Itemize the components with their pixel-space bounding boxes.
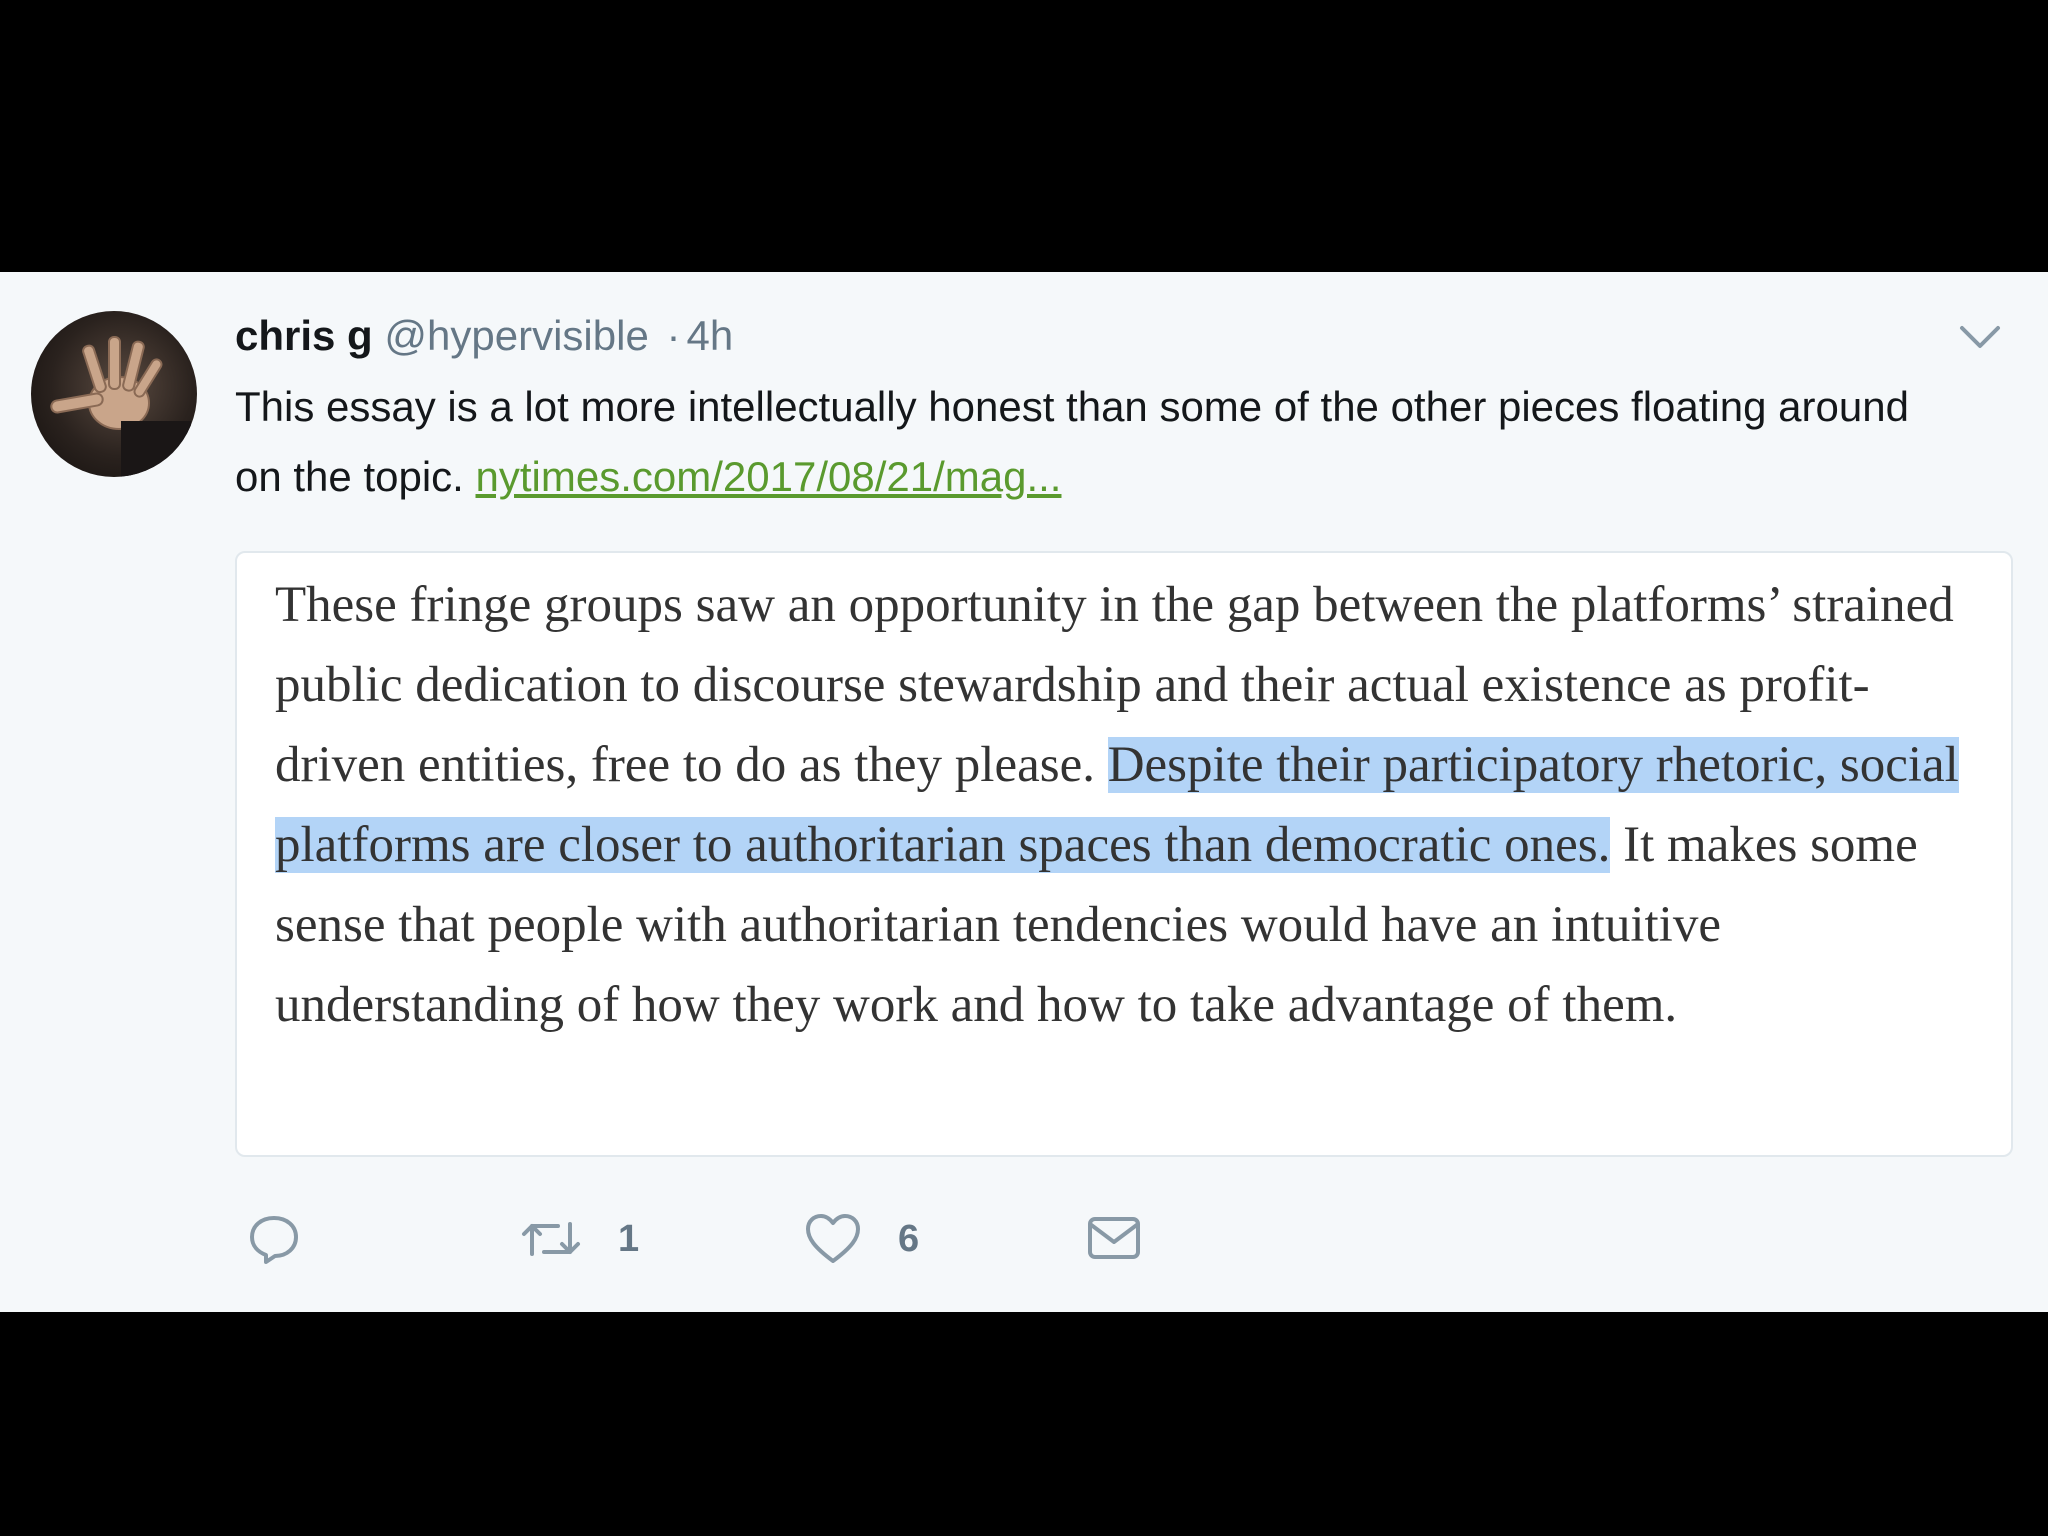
chevron-down-icon[interactable] xyxy=(1958,322,2002,352)
retweet-icon[interactable] xyxy=(520,1214,582,1264)
reply-icon[interactable] xyxy=(247,1212,301,1266)
like-count[interactable]: 6 xyxy=(898,1218,919,1261)
author-name[interactable]: chris g xyxy=(235,312,373,359)
header-separator: · xyxy=(666,312,681,359)
excerpt-text: These fringe groups saw an opportunity i… xyxy=(275,565,1995,1045)
heart-icon[interactable] xyxy=(804,1212,862,1266)
quoted-excerpt-image[interactable]: These fringe groups saw an opportunity i… xyxy=(235,551,2013,1157)
retweet-count[interactable]: 1 xyxy=(618,1218,639,1261)
tweet-text: This essay is a lot more intellectually … xyxy=(235,372,1935,512)
author-handle[interactable]: @hypervisible xyxy=(384,312,648,359)
tweet-time[interactable]: 4h xyxy=(686,312,733,359)
article-link[interactable]: nytimes.com/2017/08/21/mag... xyxy=(476,453,1062,500)
tweet-card: chris g @hypervisible · 4h This essay is … xyxy=(0,272,2048,1312)
avatar[interactable] xyxy=(31,311,197,477)
hand-photo-icon xyxy=(50,336,191,477)
envelope-icon[interactable] xyxy=(1086,1214,1142,1262)
tweet-header: chris g @hypervisible · 4h xyxy=(235,312,733,360)
